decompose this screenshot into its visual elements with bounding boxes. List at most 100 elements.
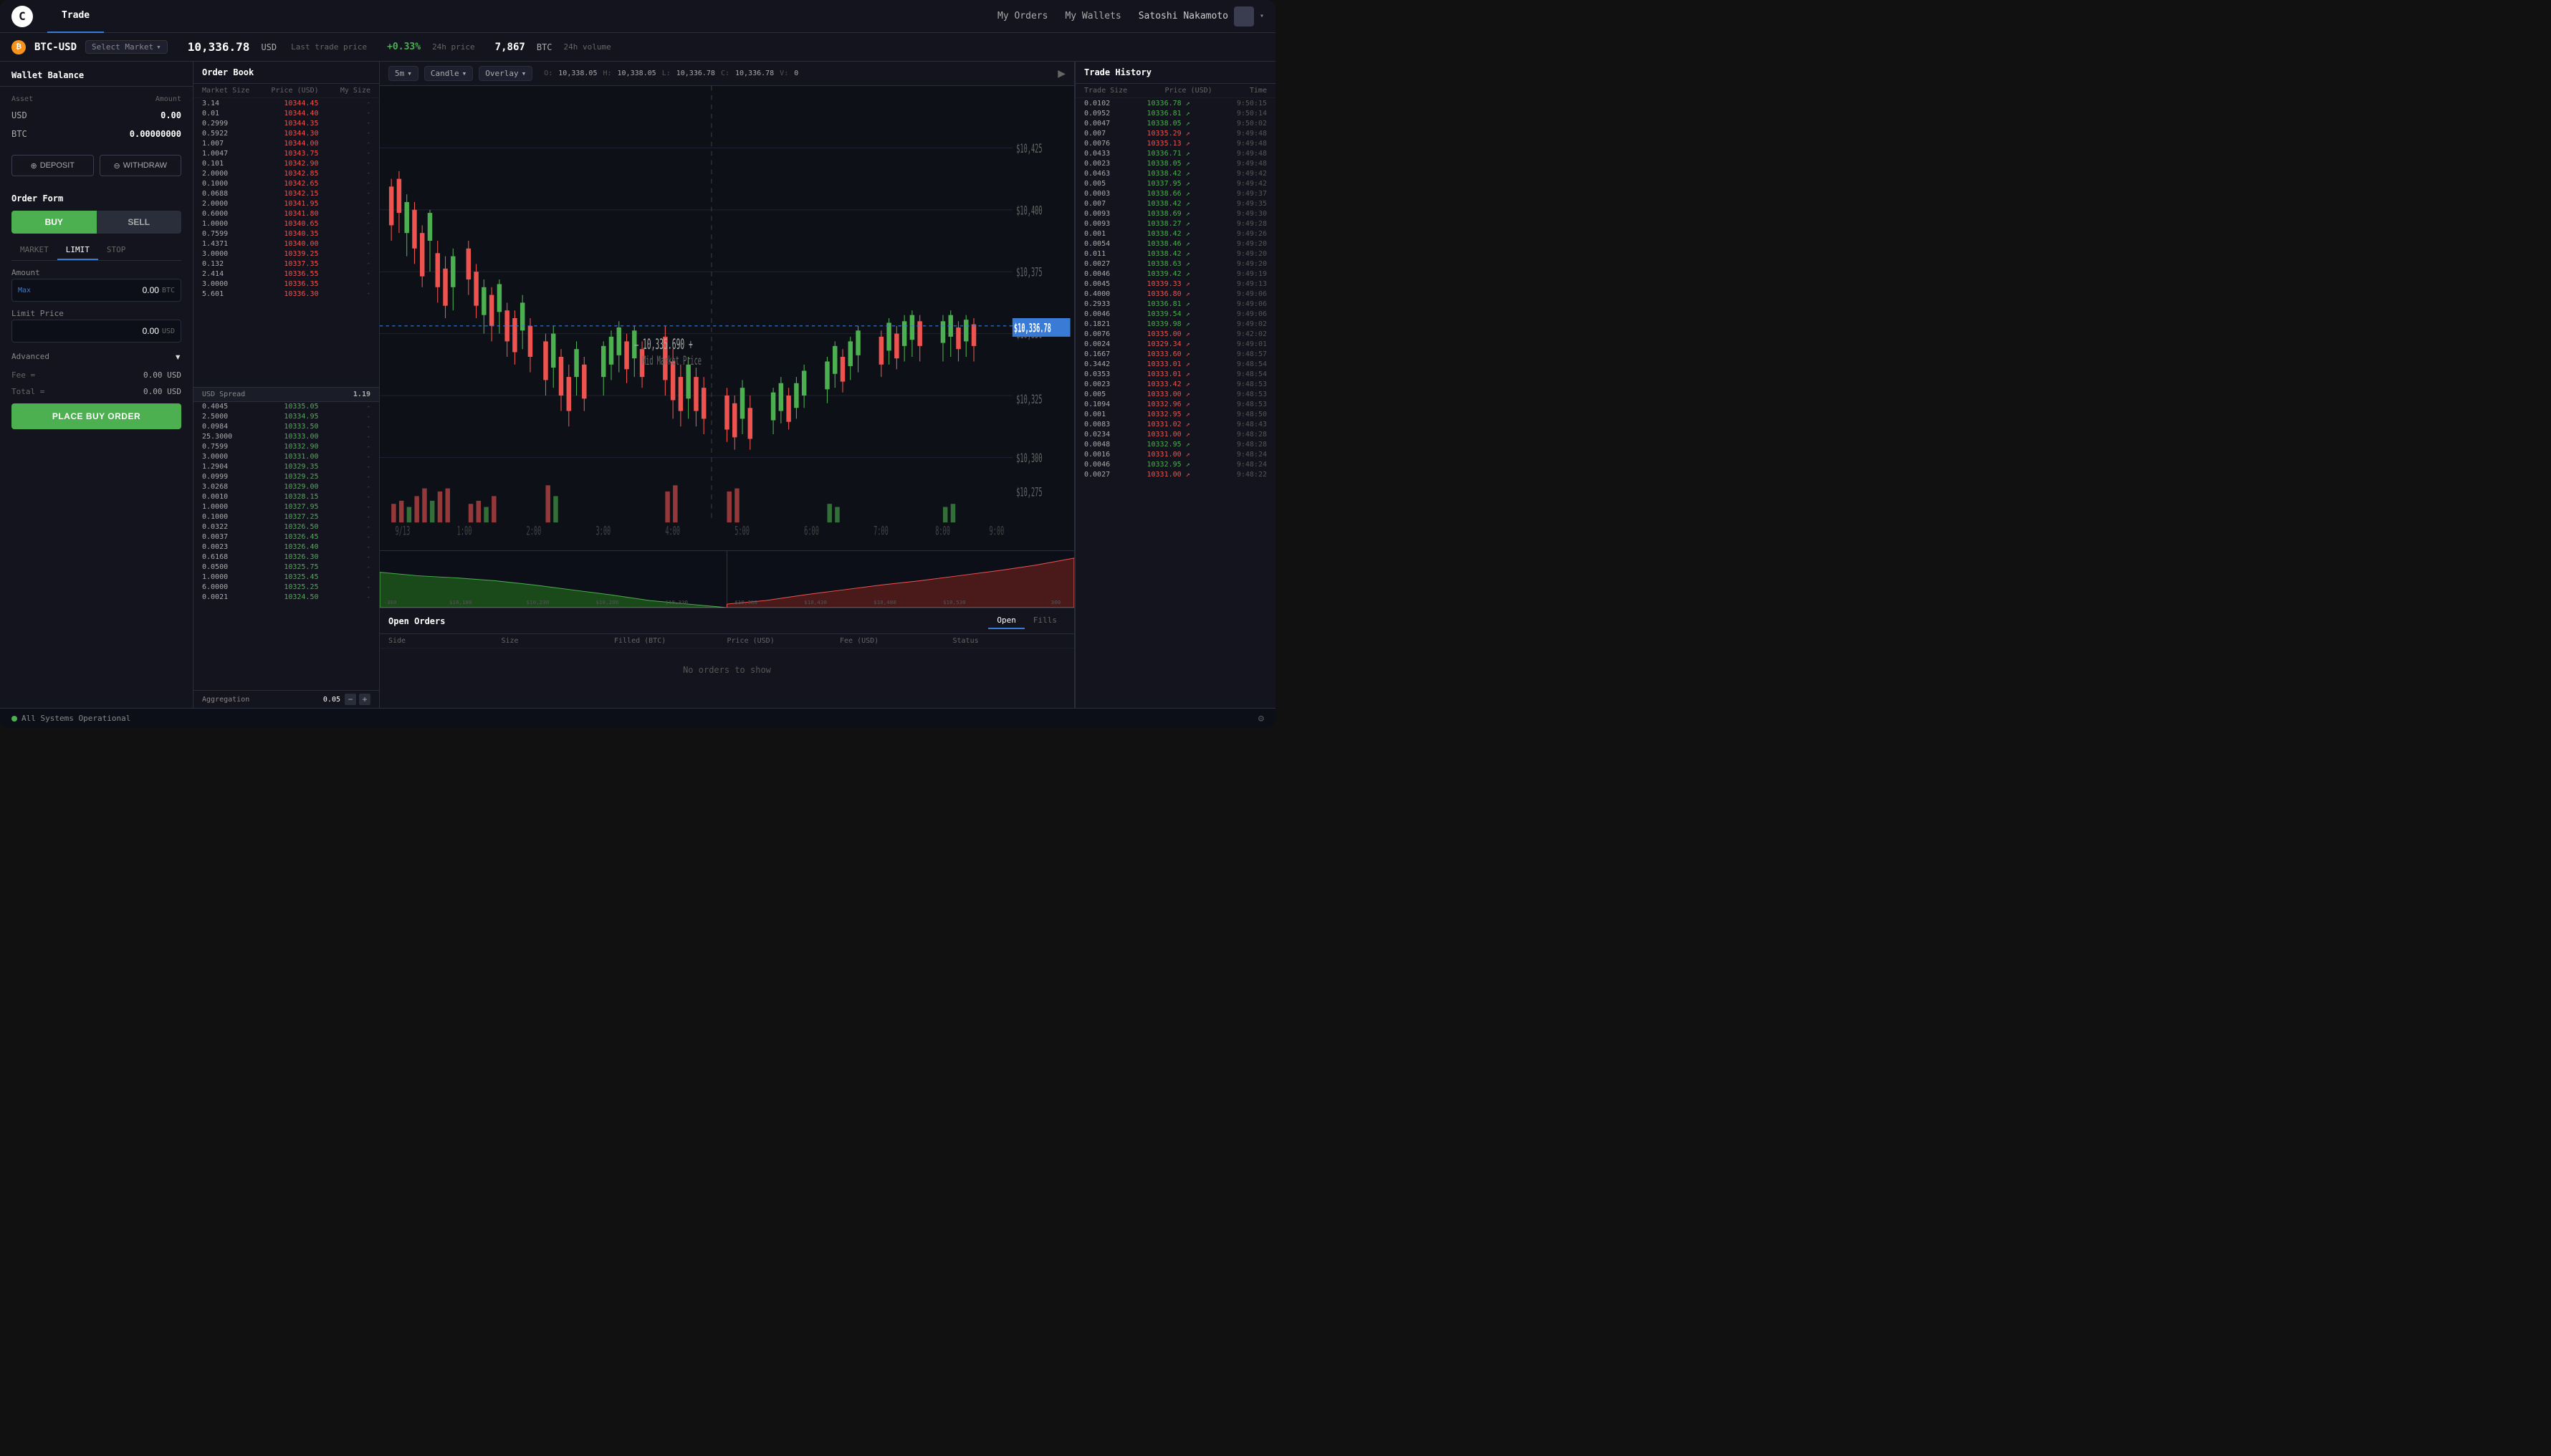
chevron-down-icon: ▾ — [1260, 12, 1264, 20]
price-change: +0.33% — [387, 42, 421, 52]
timeframe-selector[interactable]: 5m ▾ — [388, 66, 418, 81]
deposit-button[interactable]: ⊕ DEPOSIT — [11, 155, 94, 176]
order-book-bid-row[interactable]: 0.0999 10329.25 - — [193, 472, 379, 482]
limit-price-input-row[interactable]: USD — [11, 320, 181, 343]
order-book-ask-row[interactable]: 0.132 10337.35 - — [193, 259, 379, 269]
order-book-bid-row[interactable]: 1.0000 10325.45 - — [193, 573, 379, 583]
svg-text:6:00: 6:00 — [804, 524, 819, 538]
bid-size: 0.0500 — [202, 563, 238, 571]
order-book-ask-row[interactable]: 2.0000 10342.85 - — [193, 168, 379, 178]
order-book-bid-row[interactable]: 0.0500 10325.75 - — [193, 562, 379, 573]
market-tab[interactable]: MARKET — [11, 241, 57, 260]
max-link[interactable]: Max — [18, 287, 31, 294]
order-book-bid-row[interactable]: 0.0037 10326.45 - — [193, 532, 379, 542]
order-book-ask-row[interactable]: 1.0000 10340.65 - — [193, 219, 379, 229]
logo[interactable]: C — [11, 6, 33, 27]
trade-size: 0.0048 — [1084, 441, 1120, 449]
trade-history-row: 0.005 10333.00 ↗ 9:48:53 — [1076, 389, 1276, 399]
order-book-bid-row[interactable]: 25.3000 10333.00 - — [193, 432, 379, 442]
order-book-ask-row[interactable]: 0.01 10344.40 - — [193, 108, 379, 118]
chart-navigate-button[interactable]: ▶ — [1058, 67, 1066, 80]
stop-tab[interactable]: STOP — [98, 241, 135, 260]
order-book-ask-row[interactable]: 1.007 10344.00 - — [193, 138, 379, 148]
order-book-bid-row[interactable]: 0.0322 10326.50 - — [193, 522, 379, 532]
order-book-bid-row[interactable]: 3.0000 10331.00 - — [193, 452, 379, 462]
order-book-bid-row[interactable]: 6.0000 10325.25 - — [193, 583, 379, 593]
trade-history-row: 0.0463 10338.42 ↗ 9:49:42 — [1076, 168, 1276, 178]
ask-price: 10340.00 — [269, 240, 319, 248]
trade-time: 9:49:28 — [1231, 220, 1267, 228]
order-book-bid-row[interactable]: 0.0021 10324.50 - — [193, 593, 379, 603]
order-book-ask-row[interactable]: 5.601 10336.30 - — [193, 289, 379, 299]
order-book-ask-row[interactable]: 2.414 10336.55 - — [193, 269, 379, 279]
depth-chart[interactable]: -300 $10,180 $10,230 $10,280 $10,330 $10… — [380, 550, 1074, 608]
order-book-bid-row[interactable]: 0.7599 10332.90 - — [193, 442, 379, 452]
overlay-selector[interactable]: Overlay ▾ — [479, 66, 532, 81]
order-book-ask-row[interactable]: 0.2999 10344.35 - — [193, 118, 379, 128]
chevron-down-icon: ▾ — [407, 69, 412, 78]
user-menu[interactable]: Satoshi Nakamoto ▾ — [1139, 6, 1264, 27]
trade-history-row: 0.0023 10338.05 ↗ 9:49:48 — [1076, 158, 1276, 168]
ask-price: 10342.15 — [269, 190, 319, 198]
nav-tab-trade[interactable]: Trade — [47, 0, 104, 33]
order-book-ask-row[interactable]: 0.5922 10344.30 - — [193, 128, 379, 138]
trade-price: 10339.33 ↗ — [1147, 280, 1205, 288]
svg-text:$10,180: $10,180 — [449, 599, 472, 605]
trade-size: 0.0054 — [1084, 240, 1120, 248]
order-book-bid-row[interactable]: 0.6168 10326.30 - — [193, 552, 379, 562]
sell-tab[interactable]: SELL — [97, 211, 182, 234]
order-book-ask-row[interactable]: 0.101 10342.90 - — [193, 158, 379, 168]
withdraw-button[interactable]: ⊖ WITHDRAW — [100, 155, 182, 176]
aggregation-minus-button[interactable]: − — [345, 694, 356, 705]
order-book-bid-row[interactable]: 3.0268 10329.00 - — [193, 482, 379, 492]
settings-icon[interactable]: ⚙ — [1258, 713, 1264, 724]
trade-size: 0.0024 — [1084, 340, 1120, 348]
o-label: O: — [544, 70, 552, 77]
order-book-bid-row[interactable]: 0.1000 10327.25 - — [193, 512, 379, 522]
order-book-bid-row[interactable]: 0.0984 10333.50 - — [193, 422, 379, 432]
trade-time: 9:49:20 — [1231, 260, 1267, 268]
order-book-bid-row[interactable]: 1.2904 10329.35 - — [193, 462, 379, 472]
ask-price: 10336.35 — [269, 280, 319, 288]
open-tab[interactable]: Open — [988, 613, 1025, 629]
order-book-ask-row[interactable]: 0.6000 10341.80 - — [193, 209, 379, 219]
order-book-bid-row[interactable]: 0.0023 10326.40 - — [193, 542, 379, 552]
order-book-ask-row[interactable]: 3.0000 10339.25 - — [193, 249, 379, 259]
order-book-bid-row[interactable]: 0.4045 10335.05 - — [193, 402, 379, 412]
status-message: All Systems Operational — [21, 714, 130, 723]
limit-tab[interactable]: LIMIT — [57, 241, 98, 260]
order-book-bid-row[interactable]: 0.0010 10328.15 - — [193, 492, 379, 502]
limit-price-input[interactable] — [18, 326, 159, 336]
bid-mysize: - — [349, 514, 370, 521]
nav-my-wallets[interactable]: My Wallets — [1065, 11, 1121, 21]
amount-input-row[interactable]: Max BTC — [11, 279, 181, 302]
order-book-bid-row[interactable]: 1.0000 10327.95 - — [193, 502, 379, 512]
aggregation-plus-button[interactable]: + — [359, 694, 370, 705]
nav-my-orders[interactable]: My Orders — [997, 11, 1048, 21]
order-book-ask-row[interactable]: 1.0047 10343.75 - — [193, 148, 379, 158]
order-book-ask-row[interactable]: 3.0000 10336.35 - — [193, 279, 379, 289]
order-book-ask-row[interactable]: 0.0688 10342.15 - — [193, 188, 379, 198]
order-book-ask-row[interactable]: 1.4371 10340.00 - — [193, 239, 379, 249]
svg-text:$10,300: $10,300 — [1016, 451, 1042, 466]
select-market-button[interactable]: Select Market ▾ — [85, 40, 168, 54]
place-order-button[interactable]: PLACE BUY ORDER — [11, 403, 181, 429]
price-chart-canvas[interactable]: 9/13 1:00 2:00 3:00 4:00 5:00 6:00 7:00 … — [380, 86, 1074, 550]
buy-tab[interactable]: BUY — [11, 211, 97, 234]
order-book-ask-row[interactable]: 2.0000 10341.95 - — [193, 198, 379, 209]
amount-input[interactable] — [37, 285, 159, 295]
ob-col-my-size: My Size — [340, 87, 370, 95]
order-book-ask-row[interactable]: 0.7599 10340.35 - — [193, 229, 379, 239]
buy-sell-tabs: BUY SELL — [11, 211, 181, 234]
order-book-ask-row[interactable]: 3.14 10344.45 - — [193, 98, 379, 108]
order-book-bid-row[interactable]: 2.5000 10334.95 - — [193, 412, 379, 422]
fills-tab[interactable]: Fills — [1025, 613, 1066, 629]
order-book-ask-row[interactable]: 0.1000 10342.65 - — [193, 178, 379, 188]
bid-size: 0.0021 — [202, 593, 238, 601]
candle-type-selector[interactable]: Candle ▾ — [424, 66, 473, 81]
depth-chart-svg: -300 $10,180 $10,230 $10,280 $10,330 $10… — [380, 551, 1074, 608]
trade-history-row: 0.0016 10331.00 ↗ 9:48:24 — [1076, 449, 1276, 459]
order-form-title: Order Form — [11, 193, 181, 203]
trade-price: 10337.95 ↗ — [1147, 180, 1205, 188]
advanced-toggle[interactable]: Advanced ▾ — [11, 350, 181, 363]
